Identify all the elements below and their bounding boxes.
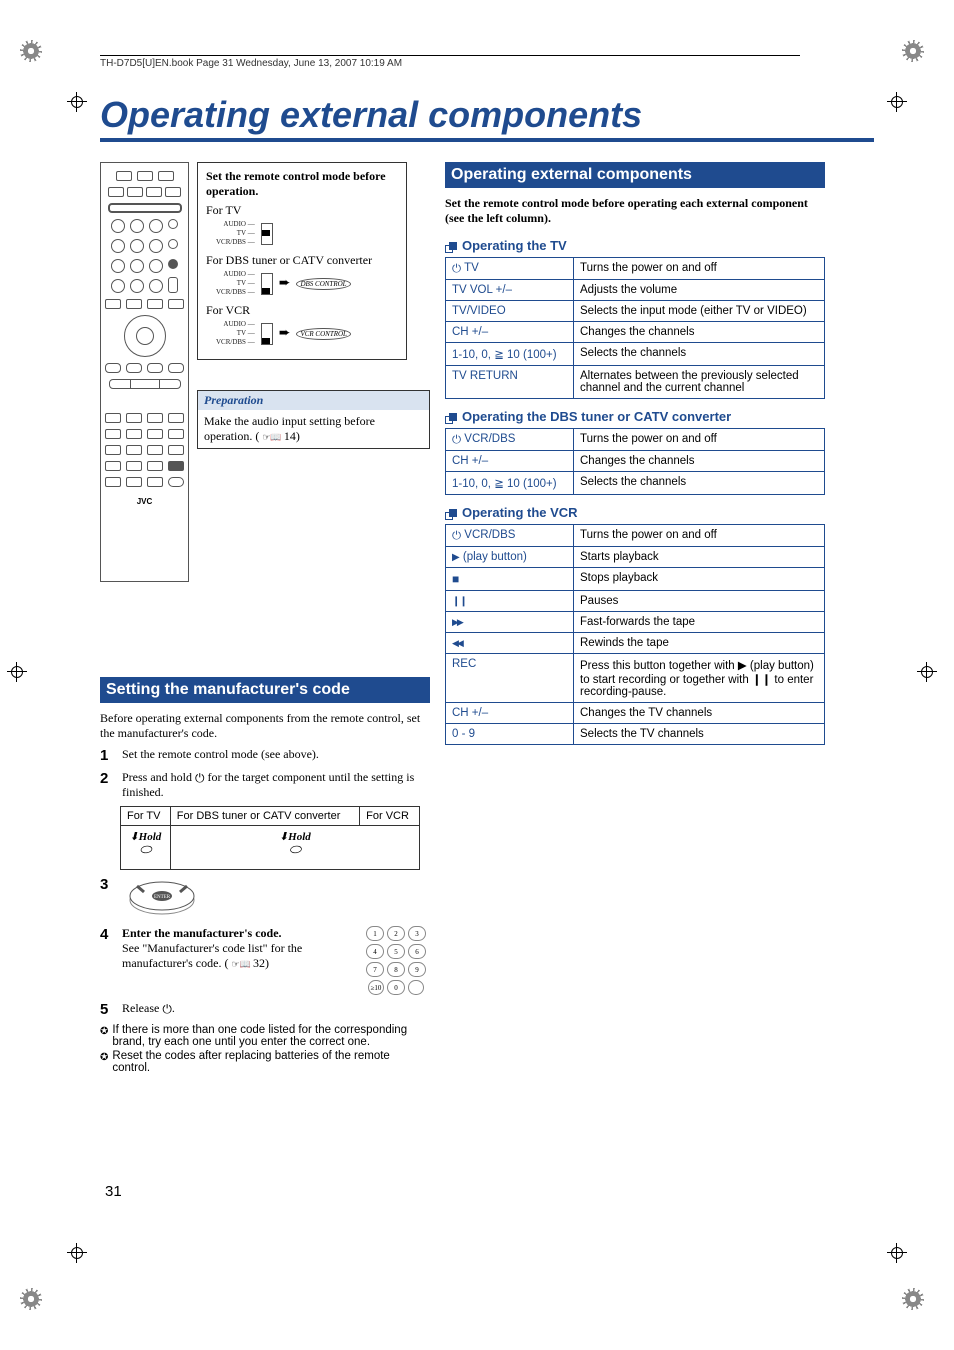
right-section-header: Operating external components [445,162,825,188]
for-tv-label: For TV [206,203,398,218]
left-intro-text: Before operating external components fro… [100,711,430,741]
mode-instruction-box: Set the remote control mode before opera… [197,162,407,360]
for-vcr-label: For VCR [206,303,398,318]
arrow-right-icon [279,275,291,292]
table-row: TV/VIDEOSelects the input mode (either T… [446,301,825,322]
table-row: Stops playback [446,568,825,591]
vcr-table: VCR/DBSTurns the power on and off (play … [445,524,825,745]
right-intro-text: Set the remote control mode before opera… [445,196,825,226]
power-icon [452,434,461,446]
page-number: 31 [105,1183,122,1200]
right-column: Operating external components Set the re… [445,162,825,1078]
gear-icon [902,1288,924,1310]
table-row: (play button)Starts playback [446,547,825,568]
tv-subheading: Operating the TV [445,238,825,253]
bullet-icon [100,1050,108,1074]
page-ref-icon [231,956,253,970]
power-icon [452,263,461,275]
tv-table: TVTurns the power on and offTV VOL +/–Ad… [445,257,825,399]
table-row: TVTurns the power on and off [446,258,825,280]
gear-icon [20,1288,42,1310]
preparation-title: Preparation [198,391,429,410]
rw-icon [452,637,462,649]
arrow-right-icon [279,325,291,342]
play-icon [452,551,460,563]
power-icon [162,1002,172,1016]
table-row: Fast-forwards the tape [446,612,825,633]
stop-icon [452,574,459,586]
down-arrow-icon: ⬇ [129,831,138,843]
power-icon [195,771,205,785]
crop-mark [65,90,89,114]
table-row: 0 - 9Selects the TV channels [446,724,825,745]
bullet-icon [100,1024,108,1048]
left-section-header: Setting the manufacturer's code [100,677,430,703]
gear-icon [902,40,924,62]
step-5-text: Release . [122,1001,430,1018]
down-arrow-icon: ⬇ [279,831,288,843]
crop-mark [5,660,29,684]
crop-mark [65,1241,89,1265]
crop-mark [915,660,939,684]
step-1-text: Set the remote control mode (see above). [122,747,430,764]
header-info: TH-D7D5[U]EN.book Page 31 Wednesday, Jun… [100,58,874,69]
gear-icon [20,40,42,62]
ff-icon [452,616,462,628]
crop-mark [885,90,909,114]
remote-diagram: JVC [100,162,189,582]
table-row: TV RETURNAlternates between the previous… [446,366,825,399]
left-column: JVC Set the remote control mode before o… [100,162,430,1078]
mode-intro: Set the remote control mode before opera… [206,169,398,199]
hold-table: For TV For DBS tuner or CATV converter F… [120,806,420,870]
table-row: Rewinds the tape [446,633,825,654]
svg-text:ENTER: ENTER [154,895,171,900]
main-title: Operating external components [100,94,874,142]
table-row: TV VOL +/–Adjusts the volume [446,280,825,301]
page: TH-D7D5[U]EN.book Page 31 Wednesday, Jun… [0,0,954,1350]
table-row: 1-10, 0, ≧ 10 (100+)Selects the channels [446,343,825,366]
remote-brand: JVC [137,497,153,506]
notes-list: If there is more than one code listed fo… [100,1024,430,1074]
power-icon [452,530,461,542]
table-row: Pauses [446,591,825,612]
vcr-subheading: Operating the VCR [445,505,825,520]
step-2-text: Press and hold for the target component … [122,770,430,800]
number-pad-icon: 123 456 789 ≥100 [362,926,430,995]
pause-icon [452,595,467,607]
table-row: VCR/DBSTurns the power on and off [446,525,825,547]
page-ref-icon [262,429,284,443]
table-row: 1-10, 0, ≧ 10 (100+)Selects the channels [446,472,825,495]
crop-mark [885,1241,909,1265]
dbs-subheading: Operating the DBS tuner or CATV converte… [445,409,825,424]
table-row: CH +/–Changes the TV channels [446,703,825,724]
table-row: CH +/–Changes the channels [446,322,825,343]
step-4-text: 123 456 789 ≥100 Enter the manufacturer'… [122,926,430,995]
table-row: CH +/–Changes the channels [446,451,825,472]
dbs-table: VCR/DBSTurns the power on and offCH +/–C… [445,428,825,495]
dbs-control-label: DBS CONTROL [296,278,350,290]
content-columns: JVC Set the remote control mode before o… [100,162,874,1078]
for-dbs-label: For DBS tuner or CATV converter [206,253,398,268]
vcr-control-label: VCR CONTROL [296,328,350,340]
preparation-box: Preparation Make the audio input setting… [197,390,430,449]
table-row: VCR/DBSTurns the power on and off [446,429,825,451]
step-3-diagram: ENTER [122,876,430,920]
table-row: RECPress this button together with ▶ (pl… [446,654,825,703]
